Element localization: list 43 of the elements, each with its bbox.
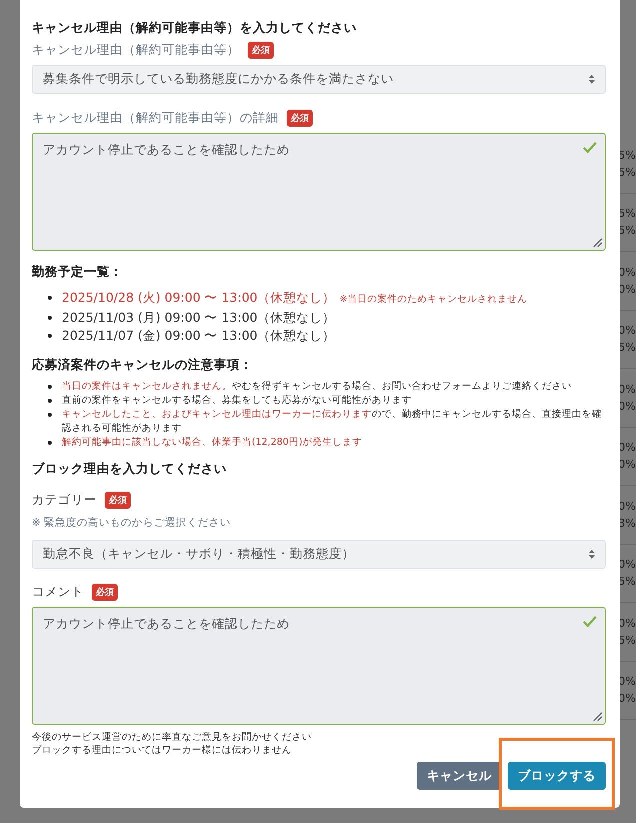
bullet-icon [48, 413, 52, 417]
bullet-icon [48, 385, 52, 389]
note-text: ブロックする理由についてはワーカー様には伝わりません [32, 744, 293, 757]
select-field[interactable]: 募集条件で明示している勤務態度にかかる条件を満たさない [32, 65, 606, 94]
hint-text: ※ 緊急度の高いものからご選択ください [32, 517, 232, 530]
schedule-item: 2025/10/28 (火) 09:00 〜 13:00（休憩なし） [62, 290, 336, 305]
section-heading: キャンセル理由（解約可能事由等）を入力してください [32, 20, 358, 37]
text-area[interactable]: アカウント停止であることを確認したため [32, 607, 606, 725]
resize-grip-icon [593, 712, 602, 721]
bullet-icon [48, 316, 52, 320]
bullet-icon [48, 441, 52, 445]
section-heading: 応募済案件のキャンセルの注意事項： [32, 357, 254, 374]
cancel-button[interactable]: キャンセル [417, 762, 502, 790]
schedule-item: 2025/11/07 (金) 09:00 〜 13:00（休憩なし） [62, 328, 336, 343]
select-field[interactable]: 勤怠不良（キャンセル・サボり・積極性・勤務態度） [32, 540, 606, 569]
required-badge: 必須 [92, 584, 118, 601]
notice-text: キャンセルしたこと、およびキャンセル理由はワーカーに伝わりますので、勤務中にキャンセルする場合、直接理由を確認される可能性があります [62, 408, 603, 436]
check-icon [583, 142, 597, 154]
required-badge: 必須 [105, 492, 131, 509]
table-cell-text: 3% [618, 516, 636, 532]
required-badge: 必須 [287, 110, 313, 127]
field-label: キャンセル理由（解約可能事由等）の詳細 [32, 110, 279, 127]
required-badge: 必須 [248, 42, 274, 59]
bullet-icon [48, 399, 52, 403]
select-arrows-icon [589, 550, 595, 559]
warning-note: ※当日の案件のためキャンセルされません [340, 294, 528, 305]
field-label: キャンセル理由（解約可能事由等） [32, 42, 240, 59]
block-button[interactable]: ブロックする [508, 762, 606, 790]
text-area[interactable]: アカウント停止であることを確認したため [32, 133, 606, 251]
section-heading: ブロック理由を入力してください [32, 461, 228, 478]
notice-text: 解約可能事由に該当しない場合、休業手当(12,280円)が発生します [62, 436, 363, 450]
note-text: 今後のサービス運営のために率直なご意見をお聞かせください [32, 731, 312, 744]
field-label: カテゴリー [32, 492, 97, 509]
notice-text: 直前の案件をキャンセルする場合、募集をしても応募がない可能性があります [62, 394, 412, 408]
field-label: コメント [32, 584, 84, 601]
section-heading: 勤務予定一覧： [32, 264, 124, 281]
select-arrows-icon [589, 75, 595, 84]
check-icon [583, 616, 597, 628]
bullet-icon [48, 334, 52, 338]
resize-grip-icon [593, 238, 602, 247]
schedule-item: 2025/11/03 (月) 09:00 〜 13:00（休憩なし） [62, 310, 336, 325]
notice-text: 当日の案件はキャンセルされません。やむを得ずキャンセルする場合、お問い合わせフォームよりご連絡ください [62, 380, 572, 394]
bullet-icon [48, 296, 52, 300]
